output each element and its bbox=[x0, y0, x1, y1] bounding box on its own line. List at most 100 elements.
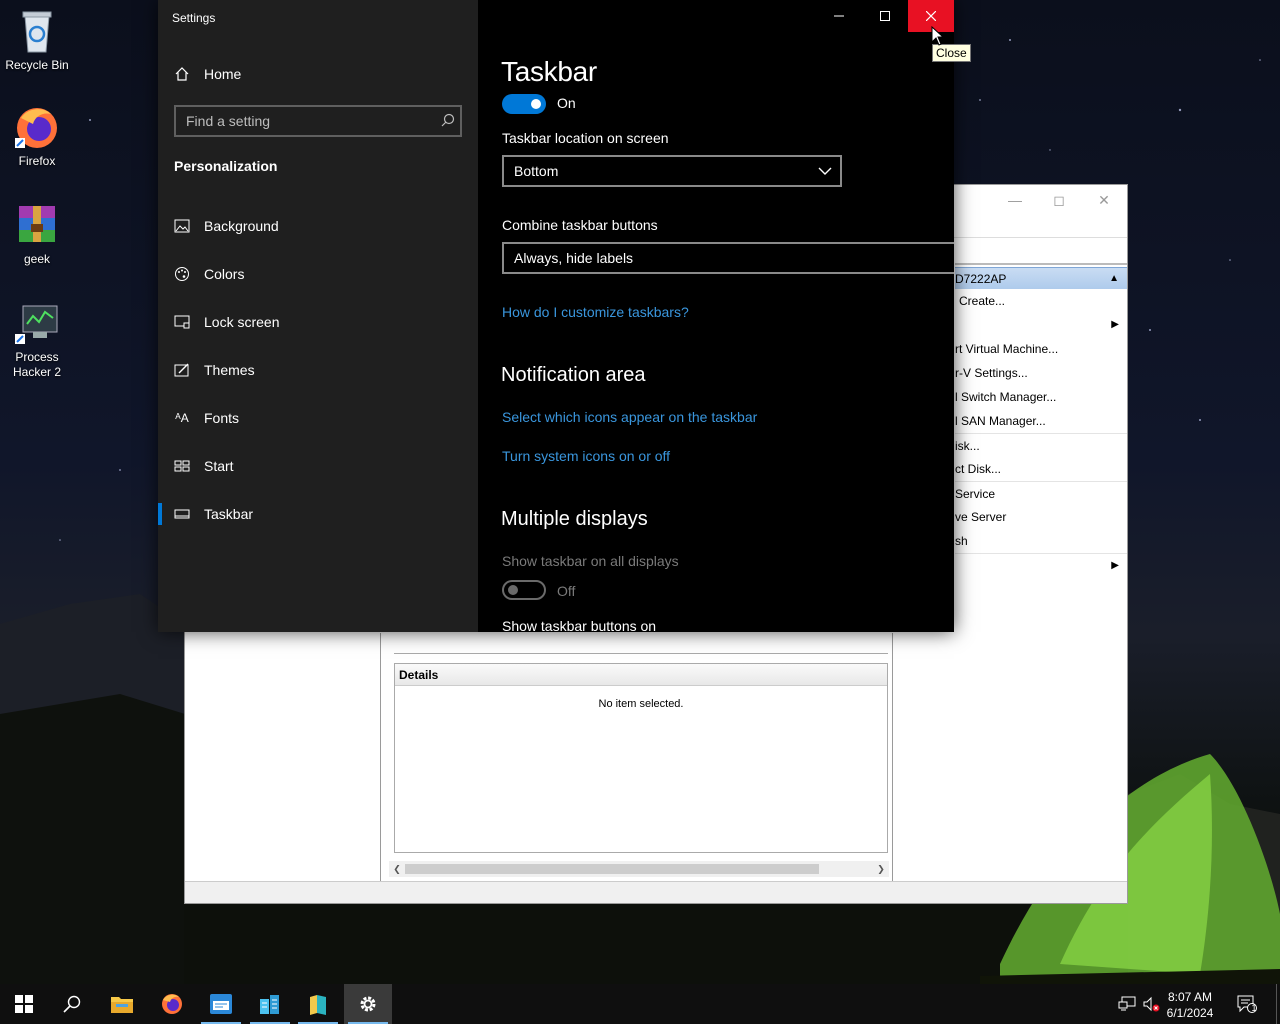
close-icon bbox=[926, 11, 936, 21]
process-hacker-icon bbox=[15, 305, 58, 344]
window-title: Settings bbox=[172, 11, 216, 25]
network-tray-button[interactable] bbox=[1116, 984, 1138, 1024]
hyperv-action-new[interactable]: Create... bbox=[955, 289, 1127, 313]
taskbar-archive-app[interactable] bbox=[294, 984, 342, 1024]
system-icons-link[interactable]: Turn system icons on or off bbox=[502, 448, 670, 464]
volume-tray-button[interactable] bbox=[1140, 984, 1162, 1024]
hyperv-action-edit-disk[interactable]: isk... bbox=[955, 433, 1127, 457]
nav-item-taskbar[interactable]: Taskbar bbox=[158, 502, 454, 526]
action-center-button[interactable]: 1 bbox=[1232, 984, 1262, 1024]
horizontal-scrollbar[interactable]: ❮ ❯ bbox=[389, 861, 889, 877]
mouse-cursor-icon bbox=[931, 26, 945, 46]
taskbar-firefox[interactable] bbox=[148, 984, 196, 1024]
nav-item-themes[interactable]: Themes bbox=[174, 358, 454, 382]
nav-item-label: Themes bbox=[204, 362, 255, 378]
hyperv-action-refresh[interactable]: sh bbox=[955, 529, 1127, 553]
customize-taskbars-link[interactable]: How do I customize taskbars? bbox=[502, 304, 689, 320]
hyperv-tree-pane bbox=[185, 633, 381, 881]
taskbar-hyperv-manager[interactable] bbox=[197, 984, 245, 1024]
windows-taskbar: 8:07 AM 6/1/2024 1 bbox=[0, 984, 1280, 1024]
settings-content-pane: Taskbar On Taskbar location on screen Bo… bbox=[478, 0, 954, 632]
desktop-icon-process-hacker[interactable]: Process Hacker 2 bbox=[4, 300, 70, 380]
taskbar-search-button[interactable] bbox=[48, 984, 96, 1024]
search-icon[interactable] bbox=[441, 113, 455, 127]
nav-item-colors[interactable]: Colors bbox=[174, 262, 454, 286]
nav-item-lock-screen[interactable]: Lock screen bbox=[174, 310, 454, 334]
desktop-icon-recycle-bin[interactable]: Recycle Bin bbox=[4, 8, 70, 73]
settings-nav-pane: Settings Home Personalization Background… bbox=[158, 0, 478, 632]
hyperv-maximize-button[interactable]: ◻ bbox=[1037, 189, 1081, 211]
desktop-icon-firefox[interactable]: Firefox bbox=[4, 104, 70, 169]
maximize-icon bbox=[880, 11, 890, 21]
scrollbar-thumb[interactable] bbox=[405, 864, 819, 874]
desktop-icon-label: Recycle Bin bbox=[5, 58, 69, 72]
submenu-arrow-icon: ▶ bbox=[1111, 319, 1119, 330]
hyperv-action-submenu[interactable]: ▶ bbox=[955, 313, 1127, 337]
start-button[interactable] bbox=[0, 984, 48, 1024]
taskbar-toggle[interactable] bbox=[502, 94, 546, 114]
start-icon bbox=[174, 458, 190, 474]
hyperv-action-inspect-disk[interactable]: ct Disk... bbox=[955, 457, 1127, 481]
show-all-displays-toggle[interactable] bbox=[502, 580, 546, 600]
nav-item-background[interactable]: Background bbox=[174, 214, 454, 238]
book-stack-icon bbox=[310, 995, 326, 1015]
volume-muted-icon bbox=[1143, 996, 1160, 1012]
combine-label: Combine taskbar buttons bbox=[502, 217, 658, 233]
home-icon bbox=[174, 66, 190, 82]
details-panel: Details No item selected. bbox=[394, 663, 888, 853]
hyperv-action-san-manager[interactable]: l SAN Manager... bbox=[955, 409, 1127, 433]
multiple-displays-heading: Multiple displays bbox=[501, 508, 648, 530]
desktop-icon-geek[interactable]: geek bbox=[4, 202, 70, 267]
minimize-button[interactable] bbox=[816, 0, 862, 32]
hyperv-center-pane: Details No item selected. ❮ ❯ bbox=[385, 633, 893, 881]
hyperv-action-settings[interactable]: r-V Settings... bbox=[955, 361, 1127, 385]
nav-item-label: Taskbar bbox=[204, 506, 254, 522]
hyperv-action-view[interactable]: ▶ bbox=[955, 553, 1127, 577]
palette-icon bbox=[174, 266, 190, 282]
find-setting-input[interactable] bbox=[174, 105, 462, 137]
details-empty-text: No item selected. bbox=[598, 698, 684, 710]
scroll-left-icon[interactable]: ❮ bbox=[389, 861, 405, 877]
recycle-bin-icon bbox=[22, 11, 52, 53]
nav-home[interactable]: Home bbox=[174, 63, 241, 85]
location-dropdown[interactable]: Bottom bbox=[502, 155, 842, 187]
nav-item-start[interactable]: Start bbox=[174, 454, 454, 478]
nav-item-fonts[interactable]: ᴬA Fonts bbox=[174, 406, 454, 430]
lock-screen-icon bbox=[174, 314, 190, 330]
winrar-icon bbox=[19, 206, 55, 242]
hyperv-manager-icon bbox=[210, 994, 232, 1014]
hyperv-action-switch-manager[interactable]: l Switch Manager... bbox=[955, 385, 1127, 409]
taskbar-settings[interactable] bbox=[344, 984, 392, 1024]
page-title: Taskbar bbox=[501, 56, 597, 87]
select-icons-link[interactable]: Select which icons appear on the taskbar bbox=[502, 409, 757, 425]
nav-item-label: Colors bbox=[204, 266, 245, 282]
clock-date: 6/1/2024 bbox=[1166, 1006, 1214, 1020]
desktop-icon-label: Process Hacker 2 bbox=[12, 350, 62, 379]
hyperv-action-import[interactable]: rt Virtual Machine... bbox=[955, 337, 1127, 361]
hyperv-action-remove-server[interactable]: ve Server bbox=[955, 505, 1127, 529]
hyperv-minimize-button[interactable]: — bbox=[993, 189, 1037, 211]
taskbar-icon bbox=[174, 506, 190, 522]
notification-area-heading: Notification area bbox=[501, 364, 646, 386]
server-manager-icon bbox=[260, 995, 279, 1014]
taskbar-file-explorer[interactable] bbox=[98, 984, 146, 1024]
hyperv-action-stop-service[interactable]: Service bbox=[955, 481, 1127, 505]
pane-divider bbox=[394, 653, 888, 654]
taskbar-clock[interactable]: 8:07 AM 6/1/2024 bbox=[1160, 989, 1220, 1021]
show-all-displays-label: Show taskbar on all displays bbox=[502, 553, 679, 569]
hyperv-actions-header[interactable]: D7222AP ▲ bbox=[955, 267, 1127, 289]
maximize-button[interactable] bbox=[862, 0, 908, 32]
settings-window[interactable]: Settings Home Personalization Background… bbox=[158, 0, 954, 632]
search-icon bbox=[63, 995, 81, 1013]
combine-dropdown[interactable]: Always, hide labels bbox=[502, 242, 954, 274]
combine-dropdown-value: Always, hide labels bbox=[514, 250, 634, 266]
fonts-icon: ᴬA bbox=[175, 411, 189, 425]
nav-item-label: Fonts bbox=[204, 410, 240, 426]
scroll-right-icon[interactable]: ❯ bbox=[873, 861, 889, 877]
show-desktop-button[interactable] bbox=[1276, 984, 1280, 1024]
submenu-arrow-icon: ▶ bbox=[1111, 560, 1119, 571]
taskbar-server-manager[interactable] bbox=[246, 984, 294, 1024]
nav-item-label: Start bbox=[204, 458, 234, 474]
collapse-up-icon[interactable]: ▲ bbox=[1109, 268, 1119, 290]
hyperv-close-button[interactable]: ✕ bbox=[1082, 189, 1126, 211]
